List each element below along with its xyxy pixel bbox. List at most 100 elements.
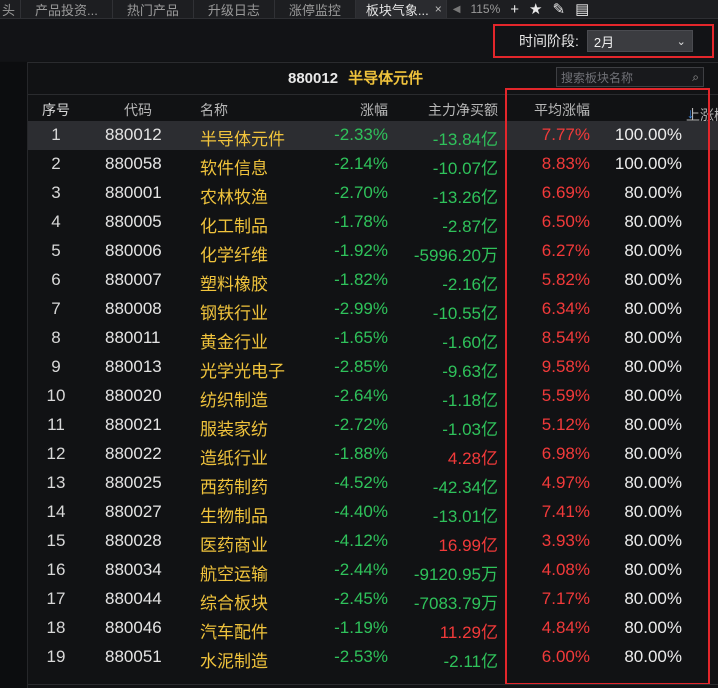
- row-index: 5: [51, 241, 61, 260]
- table-row[interactable]: 4 880005 化工制品 -1.78% -2.87亿 6.50% 80.00%: [28, 208, 718, 237]
- table-row[interactable]: 7 880008 钢铁行业 -2.99% -10.55亿 6.34% 80.00%: [28, 295, 718, 324]
- row-code: 880001: [105, 183, 162, 202]
- row-up-prob: 100.00%: [614, 125, 682, 144]
- column-header-net-flow[interactable]: 主力净买额: [428, 100, 498, 120]
- tab-item-active[interactable]: 板块气象... ×: [355, 0, 447, 18]
- pen-icon[interactable]: ✎: [552, 0, 565, 18]
- zoom-level[interactable]: 115%: [470, 2, 500, 16]
- row-up-prob: 80.00%: [624, 560, 682, 579]
- column-header-change[interactable]: 涨幅: [360, 100, 388, 120]
- row-index: 3: [51, 183, 61, 202]
- row-index: 16: [46, 560, 66, 579]
- row-change: -1.92%: [334, 241, 388, 260]
- row-up-prob: 80.00%: [624, 241, 682, 260]
- search-placeholder: 搜索板块名称: [561, 70, 634, 85]
- row-avg-change: 4.97%: [541, 473, 590, 492]
- divider: [28, 684, 718, 685]
- time-period-value: 2月: [593, 34, 615, 50]
- table-row[interactable]: 17 880044 综合板块 -2.45% -7083.79万 7.17% 80.00%: [28, 585, 718, 614]
- row-name: 造纸行业: [200, 449, 268, 468]
- plus-icon[interactable]: +: [510, 1, 519, 18]
- table-row[interactable]: 18 880046 汽车配件 -1.19% 11.29亿 4.84% 80.00%: [28, 614, 718, 643]
- tab-label: 头: [2, 2, 16, 18]
- table-row[interactable]: 9 880013 光学光电子 -2.85% -9.63亿 9.58% 80.00%: [28, 353, 718, 382]
- row-index: 2: [51, 154, 61, 173]
- row-avg-change: 6.34%: [541, 299, 590, 318]
- time-period-label: 时间阶段:: [519, 33, 579, 49]
- row-avg-change: 9.58%: [541, 357, 590, 376]
- row-change: -2.85%: [334, 357, 388, 376]
- row-up-prob: 80.00%: [624, 444, 682, 463]
- row-up-prob: 80.00%: [624, 386, 682, 405]
- board-title: 880012 半导体元件: [288, 67, 423, 88]
- row-net-flow: -5996.20万: [413, 246, 498, 265]
- chevron-down-icon: ⌄: [676, 35, 686, 48]
- row-index: 17: [46, 589, 66, 608]
- table-row[interactable]: 10 880020 纺织制造 -2.64% -1.18亿 5.59% 80.00%: [28, 382, 718, 411]
- row-net-flow: -13.01亿: [432, 507, 498, 526]
- row-net-flow: -10.07亿: [432, 159, 498, 178]
- row-avg-change: 5.12%: [541, 415, 590, 434]
- tab-item[interactable]: 涨停监控: [275, 0, 356, 18]
- table-row[interactable]: 11 880021 服装家纺 -2.72% -1.03亿 5.12% 80.00%: [28, 411, 718, 440]
- row-net-flow: -2.87亿: [442, 217, 498, 236]
- row-net-flow: 16.99亿: [438, 536, 498, 555]
- row-index: 15: [46, 531, 66, 550]
- row-net-flow: -13.26亿: [432, 188, 498, 207]
- row-code: 880007: [105, 270, 162, 289]
- row-net-flow: 4.28亿: [447, 449, 498, 468]
- table-row[interactable]: 5 880006 化学纤维 -1.92% -5996.20万 6.27% 80.00%: [28, 237, 718, 266]
- row-index: 10: [46, 386, 66, 405]
- row-avg-change: 6.98%: [541, 444, 590, 463]
- table-row[interactable]: 12 880022 造纸行业 -1.88% 4.28亿 6.98% 80.00%: [28, 440, 718, 469]
- row-index: 4: [51, 212, 61, 231]
- row-code: 880051: [105, 647, 162, 666]
- row-index: 8: [51, 328, 61, 347]
- column-header-index[interactable]: 序号: [28, 100, 84, 120]
- row-net-flow: -9120.95万: [413, 565, 498, 584]
- column-header-name[interactable]: 名称: [200, 100, 228, 120]
- table-row[interactable]: 8 880011 黄金行业 -1.65% -1.60亿 8.54% 80.00%: [28, 324, 718, 353]
- tab-label: 升级日志: [207, 2, 260, 18]
- column-header-avg-change[interactable]: 平均涨幅: [534, 100, 590, 120]
- table-row[interactable]: 16 880034 航空运输 -2.44% -9120.95万 4.08% 80.00%: [28, 556, 718, 585]
- table-row[interactable]: 1 880012 半导体元件 -2.33% -13.84亿 7.77% 100.00%: [28, 121, 718, 150]
- tab-item[interactable]: 头: [0, 0, 21, 18]
- table-row[interactable]: 13 880025 西药制药 -4.52% -42.34亿 4.97% 80.00%: [28, 469, 718, 498]
- star-icon[interactable]: ★: [529, 0, 542, 18]
- row-up-prob: 80.00%: [624, 357, 682, 376]
- board-title-bar: 880012 半导体元件 搜索板块名称 ⌕: [28, 62, 718, 93]
- search-icon[interactable]: ⌕: [692, 70, 699, 85]
- panel-icon[interactable]: ▤: [575, 0, 589, 18]
- row-name: 航空运输: [200, 565, 268, 584]
- row-code: 880022: [105, 444, 162, 463]
- table-row[interactable]: 6 880007 塑料橡胶 -1.82% -2.16亿 5.82% 80.00%: [28, 266, 718, 295]
- column-header-code[interactable]: 代码: [124, 100, 152, 120]
- row-up-prob: 80.00%: [624, 502, 682, 521]
- table-row[interactable]: 2 880058 软件信息 -2.14% -10.07亿 8.83% 100.00%: [28, 150, 718, 179]
- row-change: -4.12%: [334, 531, 388, 550]
- left-arrow-icon[interactable]: ◀: [453, 4, 461, 15]
- row-net-flow: -9.63亿: [442, 362, 498, 381]
- row-name: 汽车配件: [200, 623, 268, 642]
- time-period-select[interactable]: 2月 ⌄: [586, 30, 693, 52]
- row-name: 塑料橡胶: [200, 275, 268, 294]
- row-avg-change: 6.00%: [541, 647, 590, 666]
- row-avg-change: 4.08%: [541, 560, 590, 579]
- table-row[interactable]: 14 880027 生物制品 -4.40% -13.01亿 7.41% 80.00%: [28, 498, 718, 527]
- row-net-flow: -13.84亿: [432, 130, 498, 149]
- table-row[interactable]: 3 880001 农林牧渔 -2.70% -13.26亿 6.69% 80.00%: [28, 179, 718, 208]
- row-name: 钢铁行业: [200, 304, 268, 323]
- close-icon[interactable]: ×: [435, 2, 442, 16]
- row-index: 6: [51, 270, 61, 289]
- tab-label: 涨停监控: [288, 2, 341, 18]
- row-change: -1.82%: [334, 270, 388, 289]
- tab-item[interactable]: 产品投资...: [21, 0, 113, 18]
- tab-item[interactable]: 升级日志: [194, 0, 275, 18]
- tab-item[interactable]: 热门产品: [113, 0, 194, 18]
- table-row[interactable]: 19 880051 水泥制造 -2.53% -2.11亿 6.00% 80.00%: [28, 643, 718, 672]
- board-search-input[interactable]: 搜索板块名称 ⌕: [556, 67, 704, 87]
- row-name: 化学纤维: [200, 246, 268, 265]
- row-name: 西药制药: [200, 478, 268, 497]
- table-row[interactable]: 15 880028 医药商业 -4.12% 16.99亿 3.93% 80.00%: [28, 527, 718, 556]
